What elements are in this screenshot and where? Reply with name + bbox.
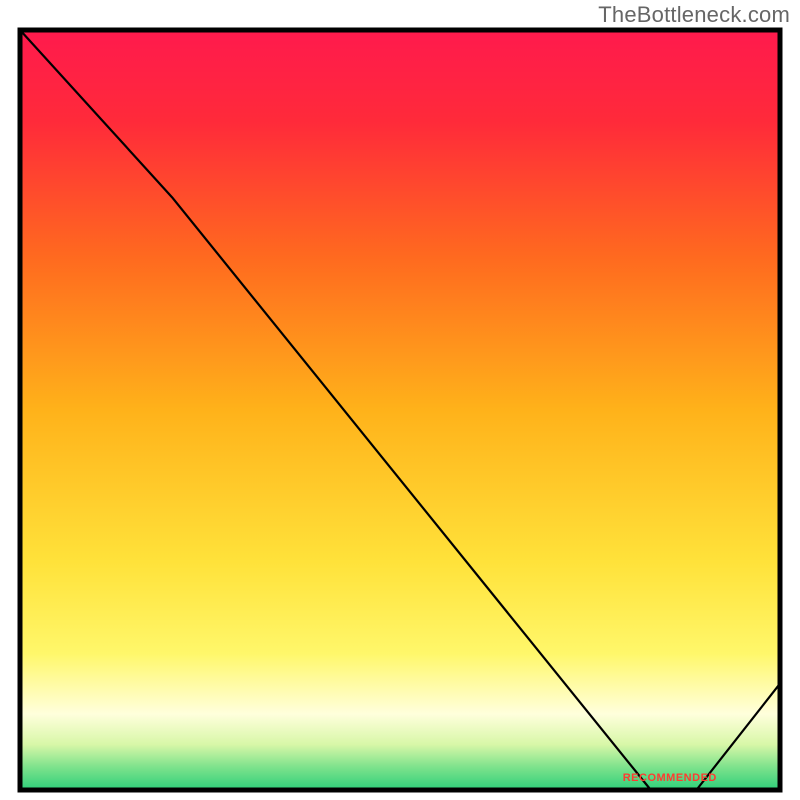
recommended-label: RECOMMENDED — [623, 772, 717, 784]
plot-background — [20, 30, 780, 790]
watermark-text: TheBottleneck.com — [598, 2, 790, 28]
bottleneck-chart: RECOMMENDED — [0, 0, 800, 800]
chart-container: TheBottleneck.com RECOMMENDED — [0, 0, 800, 800]
